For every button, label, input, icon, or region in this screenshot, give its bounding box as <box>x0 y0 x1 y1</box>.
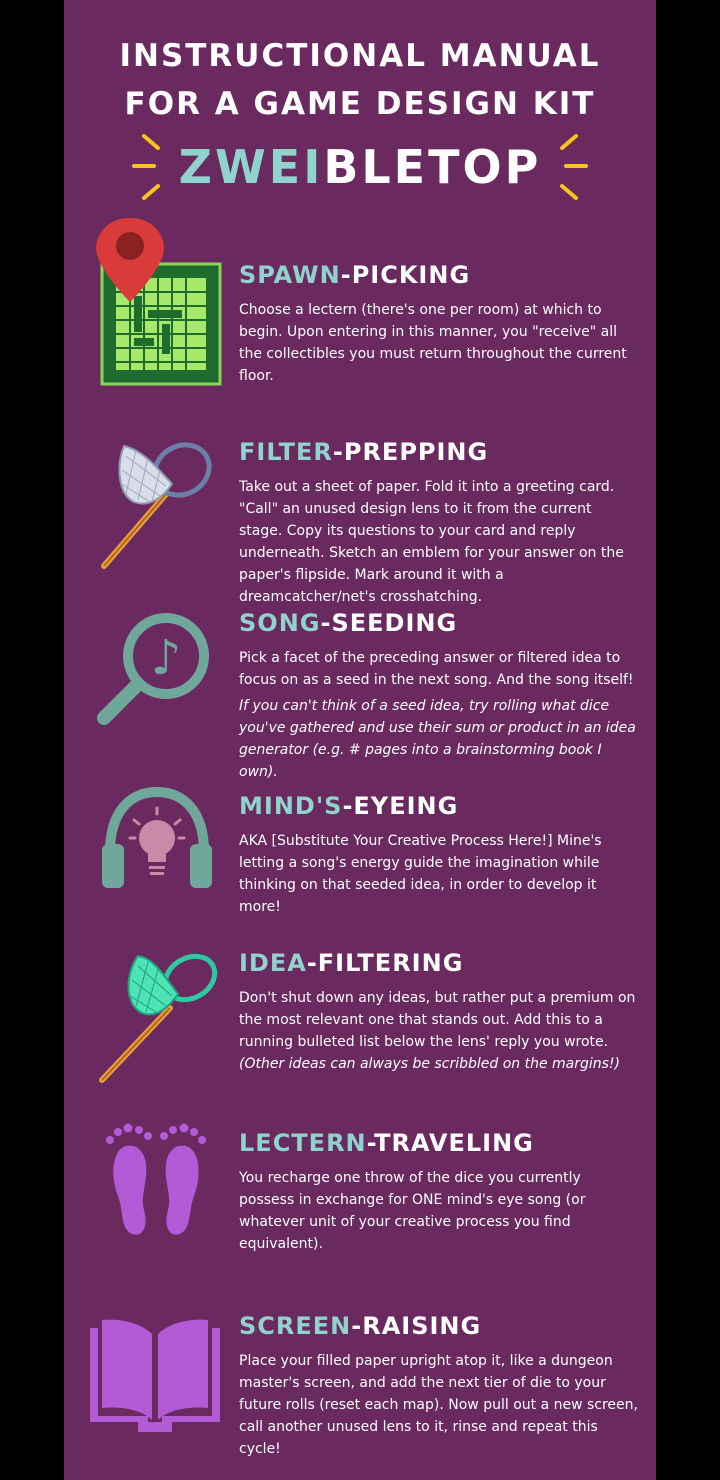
section-body: AKA [Substitute Your Creative Process He… <box>239 833 602 915</box>
open-book-icon <box>90 1319 220 1432</box>
green-net-icon <box>99 953 218 1083</box>
section-body: You recharge one throw of the dice you c… <box>239 1170 586 1252</box>
section-note: If you can't think of a seed idea, try r… <box>239 698 636 780</box>
section-minds-eyeing: MIND'S-EYEING AKA [Substitute Your Creat… <box>239 791 639 918</box>
headphones-bulb-icon <box>102 786 212 888</box>
heading-key: LECTERN <box>239 1129 367 1157</box>
section-body: Take out a sheet of paper. Fold it into … <box>239 479 624 605</box>
heading-rest: -SEEDING <box>320 609 458 637</box>
heading-rest: -FILTERING <box>306 949 464 977</box>
heading-rest: -PICKING <box>340 261 471 289</box>
section-heading: SPAWN-PICKING <box>239 260 639 290</box>
heading-rest: -EYEING <box>342 792 459 820</box>
heading-rest: -RAISING <box>351 1312 482 1340</box>
section-body: Pick a facet of the preceding answer or … <box>239 650 634 688</box>
section-note: (Other ideas can always be scribbled on … <box>239 1056 621 1072</box>
footprints-icon <box>106 1123 206 1235</box>
music-search-icon: ♪ <box>97 613 209 725</box>
section-heading: FILTER-PREPPING <box>239 437 639 467</box>
heading-key: SCREEN <box>239 1312 352 1340</box>
brand-name: ZWEIBLETOP <box>64 140 656 194</box>
net-icon <box>101 442 212 569</box>
svg-text:♪: ♪ <box>151 630 182 686</box>
section-idea-filtering: IDEA-FILTERING Don't shut down any ideas… <box>239 948 639 1075</box>
section-lectern-traveling: LECTERN-TRAVELING You recharge one throw… <box>239 1128 639 1255</box>
map-pin-grid-icon <box>96 218 222 386</box>
section-body: Choose a lectern (there's one per room) … <box>239 302 627 384</box>
section-body: Don't shut down any ideas, but rather pu… <box>239 990 636 1050</box>
section-filter-prepping: FILTER-PREPPING Take out a sheet of pape… <box>239 437 639 608</box>
section-heading: SONG-SEEDING <box>239 608 639 638</box>
heading-key: IDEA <box>239 949 307 977</box>
heading-key: FILTER <box>239 438 333 466</box>
infographic-page: INSTRUCTIONAL MANUAL FOR A GAME DESIGN K… <box>64 0 656 1480</box>
heading-rest: -PREPPING <box>332 438 489 466</box>
heading-key: MIND'S <box>239 792 343 820</box>
brand-part-a: ZWEI <box>178 140 324 194</box>
title-line-1: INSTRUCTIONAL MANUAL <box>119 38 601 74</box>
title-line-2: FOR A GAME DESIGN KIT <box>124 86 596 122</box>
section-song-seeding: SONG-SEEDING Pick a facet of the precedi… <box>239 608 639 783</box>
section-heading: MIND'S-EYEING <box>239 791 639 821</box>
heading-key: SPAWN <box>239 261 341 289</box>
brand-part-b: BLETOP <box>323 140 542 194</box>
section-screen-raising: SCREEN-RAISING Place your filled paper u… <box>239 1311 639 1460</box>
section-heading: LECTERN-TRAVELING <box>239 1128 639 1158</box>
heading-key: SONG <box>239 609 321 637</box>
section-heading: SCREEN-RAISING <box>239 1311 639 1341</box>
section-heading: IDEA-FILTERING <box>239 948 639 978</box>
section-spawn-picking: SPAWN-PICKING Choose a lectern (there's … <box>239 260 639 387</box>
heading-rest: -TRAVELING <box>366 1129 534 1157</box>
section-body: Place your filled paper upright atop it,… <box>239 1353 638 1457</box>
